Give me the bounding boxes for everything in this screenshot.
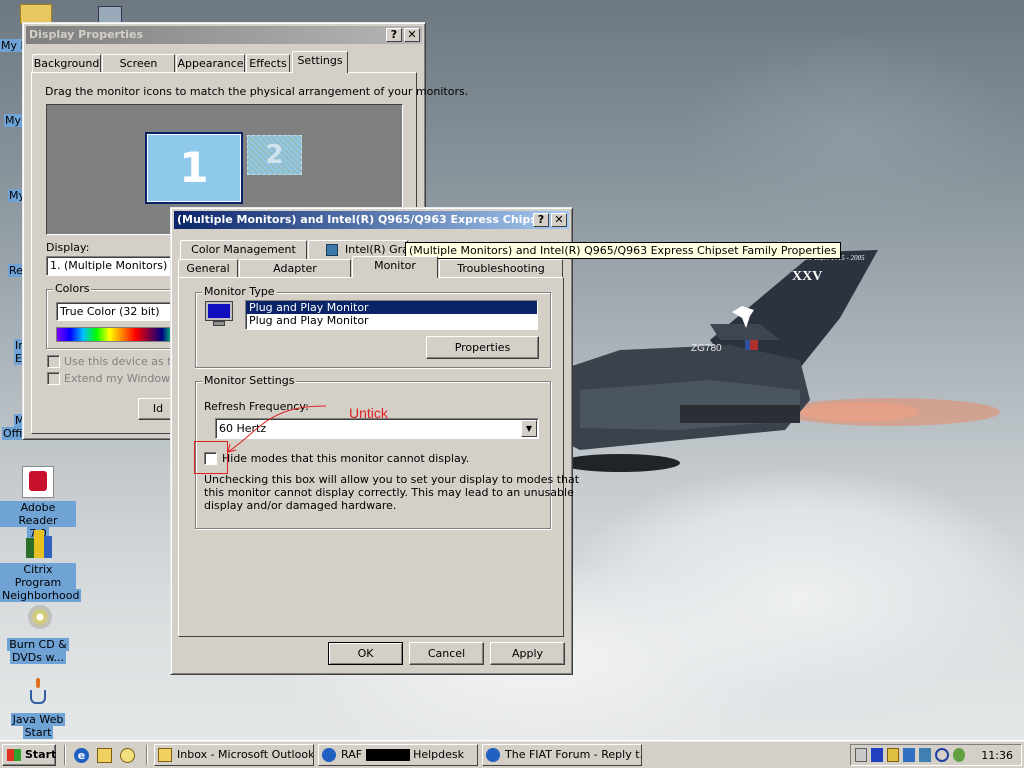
tab-adapter[interactable]: Adapter (239, 259, 351, 278)
jet-tail-code: XXV (792, 269, 822, 284)
monitor-1-number: 1 (147, 134, 241, 202)
monitor-1[interactable]: 1 (145, 132, 243, 204)
citrix-icon (22, 528, 54, 560)
system-tray: 11:36 (850, 744, 1022, 766)
outlook-quicklaunch-icon[interactable] (97, 748, 112, 763)
color-spectrum-bar (56, 327, 176, 342)
extend-desktop-label: Extend my Windows d (64, 372, 187, 385)
use-as-primary-label: Use this device as the (64, 355, 186, 368)
ie-icon (486, 748, 500, 762)
taskbar-button-outlook[interactable]: Inbox - Microsoft Outlook (154, 744, 314, 766)
display-select[interactable]: 1. (Multiple Monitors) on I (46, 256, 176, 276)
taskbar-button-label: RAF (341, 748, 363, 761)
desktop-icon-label: Java Web (10, 713, 66, 726)
desktop-icon-burn-cd[interactable]: Burn CD & DVDs w... (0, 603, 76, 664)
monitor-tray-icon[interactable] (919, 748, 931, 762)
title-tooltip: (Multiple Monitors) and Intel(R) Q965/Q9… (405, 242, 841, 259)
desktop-icon-label: Neighborhood (0, 589, 82, 602)
dialog-title: (Multiple Monitors) and Intel(R) Q965/Q9… (177, 213, 569, 226)
use-as-primary-checkbox[interactable] (47, 355, 60, 368)
desktop-icon-my-documents[interactable] (20, 4, 52, 24)
warning-text-line: display and/or damaged hardware. (204, 499, 397, 512)
taskbar-button-label: Helpdesk (413, 748, 464, 761)
monitor-settings-label: Monitor Settings (202, 374, 297, 387)
monitor-list-item[interactable]: Plug and Play Monitor (246, 301, 537, 314)
java-icon (22, 678, 54, 710)
volume-icon[interactable] (855, 748, 867, 762)
tab-general[interactable]: General (178, 259, 238, 278)
monitor-icon (205, 301, 235, 327)
cancel-button[interactable]: Cancel (409, 642, 484, 665)
monitor-2[interactable]: 2 (247, 135, 302, 175)
desktop-icon-label: Citrix Program (0, 563, 76, 589)
adobe-reader-icon (22, 466, 54, 498)
title-bar[interactable]: (Multiple Monitors) and Intel(R) Q965/Q9… (174, 211, 569, 229)
warning-text-line: Unchecking this box will allow you to se… (204, 473, 580, 486)
desktop-icon-label: Adobe Reader (0, 501, 76, 527)
taskbar: Start e Inbox - Microsoft Outlook RAF He… (0, 740, 1024, 768)
jet-serial: ZG780 (691, 343, 722, 354)
tab-color-management[interactable]: Color Management (180, 240, 307, 259)
desktop-icon-label: DVDs w... (10, 651, 66, 664)
tab-effects[interactable]: Effects (246, 54, 290, 73)
close-button[interactable]: ✕ (551, 213, 567, 227)
clock-quicklaunch-icon[interactable] (120, 748, 135, 763)
jet-wallpaper-image: XXV 90 Years 1915 - 2005 ZG780 (560, 250, 1000, 472)
desktop-icon-java[interactable]: Java Web Start (0, 678, 76, 739)
start-label: Start (25, 748, 57, 761)
clock[interactable]: 11:36 (981, 749, 1013, 762)
desktop-icon-citrix[interactable]: Citrix Program Neighborhood (0, 528, 82, 602)
blocked-icon[interactable] (935, 748, 949, 762)
taskbar-button-label: The FIAT Forum - Reply t... (505, 748, 642, 761)
burn-cd-icon (22, 603, 54, 635)
colors-select[interactable]: True Color (32 bit) (56, 302, 176, 321)
ie-icon (322, 748, 336, 762)
window-title: Display Properties (29, 28, 144, 41)
annotation-text: Untick (349, 405, 388, 421)
properties-button[interactable]: Properties (426, 336, 539, 359)
redacted-block (365, 749, 410, 761)
taskbar-button-helpdesk[interactable]: RAF Helpdesk (318, 744, 478, 766)
tab-screen-saver[interactable]: Screen Saver (102, 54, 175, 87)
chevron-down-icon[interactable]: ▼ (521, 420, 537, 437)
tab-settings[interactable]: Settings (292, 51, 348, 73)
tab-monitor[interactable]: Monitor (352, 256, 438, 278)
colors-group-label: Colors (53, 282, 92, 295)
monitor-list-item[interactable]: Plug and Play Monitor (246, 314, 537, 327)
apply-button[interactable]: Apply (490, 642, 565, 665)
update-icon[interactable] (953, 748, 965, 762)
monitor-type-label: Monitor Type (202, 285, 277, 298)
outlook-icon (158, 748, 172, 762)
extend-desktop-checkbox[interactable] (47, 372, 60, 385)
intel-icon (326, 244, 338, 256)
taskbar-button-label: Inbox - Microsoft Outlook (177, 748, 314, 761)
instruction-text: Drag the monitor icons to match the phys… (45, 85, 469, 98)
desktop-icon-label: Burn CD & (7, 638, 69, 651)
tab-background[interactable]: Background (32, 54, 101, 73)
cloud (680, 30, 1020, 250)
tab-troubleshooting[interactable]: Troubleshooting (439, 259, 563, 278)
help-button[interactable]: ? (533, 213, 549, 227)
tab-intel-label: Intel(R) Grap (345, 243, 407, 256)
taskbar-separator (64, 745, 66, 765)
desktop-icon-label: Start (22, 726, 54, 739)
annotation-arrow (227, 405, 327, 453)
help-button[interactable]: ? (386, 28, 402, 42)
monitor-type-list[interactable]: Plug and Play Monitor Plug and Play Moni… (245, 300, 538, 330)
title-bar[interactable]: Display Properties ? ✕ (26, 26, 422, 44)
desktop-label-partial[interactable]: My (4, 114, 23, 127)
taskbar-separator (146, 745, 148, 765)
ie-icon[interactable]: e (74, 748, 89, 763)
network-icon[interactable] (887, 748, 899, 762)
ok-button[interactable]: OK (328, 642, 403, 665)
tab-appearance[interactable]: Appearance (176, 54, 245, 73)
taskbar-button-fiat-forum[interactable]: The FIAT Forum - Reply t... (482, 744, 642, 766)
windows-logo-icon (7, 749, 21, 761)
display-tray-icon[interactable] (903, 748, 915, 762)
warning-text-line: this monitor cannot display correctly. T… (204, 486, 574, 499)
display-label: Display: (46, 241, 90, 254)
start-button[interactable]: Start (2, 744, 56, 766)
close-button[interactable]: ✕ (404, 28, 420, 42)
antivirus-icon[interactable] (871, 748, 883, 762)
